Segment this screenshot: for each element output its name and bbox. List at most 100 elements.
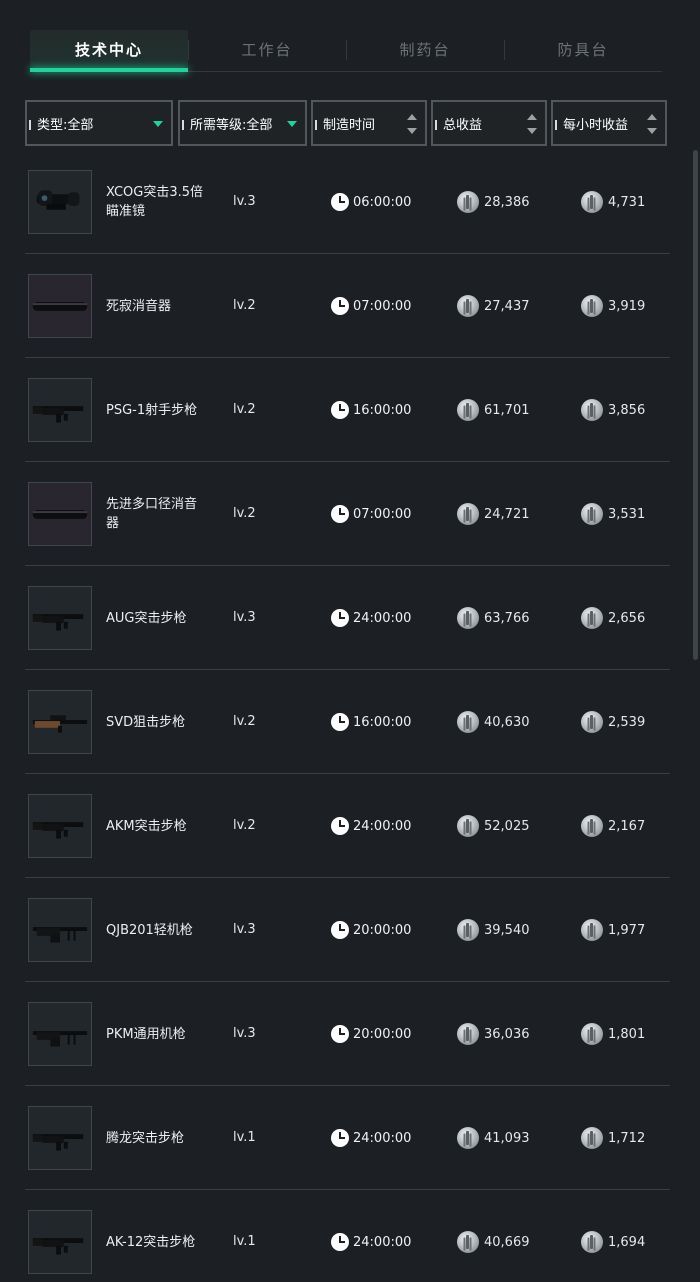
coin-icon <box>457 815 479 837</box>
caret-down-icon <box>287 121 297 127</box>
level-filter-label: 所需等级:全部 <box>190 117 273 133</box>
item-hourly-profit: 4,731 <box>581 191 645 213</box>
coin-icon <box>581 1231 603 1253</box>
item-name: AKM突击步枪 <box>106 818 187 834</box>
machine-gun-icon <box>28 898 92 962</box>
coin-icon <box>581 503 603 525</box>
list-item[interactable]: AK-12突击步枪 lv.1 24:00:00 40,669 1,694 <box>25 1190 670 1282</box>
tab-workbench[interactable]: 工作台 <box>188 30 346 71</box>
coin-icon <box>581 191 603 213</box>
list-item[interactable]: XCOG突击3.5倍瞄准镜 lv.3 06:00:00 28,386 4,731 <box>25 150 670 254</box>
item-name: 死寂消音器 <box>106 298 172 314</box>
coin-icon <box>581 399 603 421</box>
list-item[interactable]: QJB201轻机枪 lv.3 20:00:00 39,540 1,977 <box>25 878 670 982</box>
coin-icon <box>581 711 603 733</box>
item-level: lv.2 <box>233 506 256 521</box>
item-total-profit: 28,386 <box>457 191 530 213</box>
sniper-rifle-icon <box>28 690 92 754</box>
coin-icon <box>581 919 603 941</box>
coin-icon <box>581 607 603 629</box>
suppressor-icon <box>28 482 92 546</box>
tab-pharmacy[interactable]: 制药台 <box>346 30 504 71</box>
item-level: lv.2 <box>233 298 256 313</box>
tab-tech-center[interactable]: 技术中心 <box>30 30 188 72</box>
tab-bar: 技术中心 工作台 制药台 防具台 <box>30 30 662 72</box>
item-total-profit: 40,630 <box>457 711 530 733</box>
coin-icon <box>457 919 479 941</box>
type-filter-dropdown[interactable]: 类型:全部 <box>25 100 173 146</box>
list-item[interactable]: PSG-1射手步枪 lv.2 16:00:00 61,701 3,856 <box>25 358 670 462</box>
clock-icon <box>331 1025 349 1043</box>
sort-time-label: 制造时间 <box>323 117 376 133</box>
item-total-profit: 63,766 <box>457 607 530 629</box>
item-list: XCOG突击3.5倍瞄准镜 lv.3 06:00:00 28,386 4,731 死寂消音… <box>25 150 670 1282</box>
item-name: XCOG突击3.5倍瞄准镜 <box>106 185 204 219</box>
clock-icon <box>331 1233 349 1251</box>
sort-hourly-button[interactable]: 每小时收益 <box>551 100 667 146</box>
coin-icon <box>581 1023 603 1045</box>
item-hourly-profit: 1,694 <box>581 1231 645 1253</box>
list-item[interactable]: PKM通用机枪 lv.3 20:00:00 36,036 1,801 <box>25 982 670 1086</box>
item-hourly-profit: 1,977 <box>581 919 645 941</box>
item-craft-time: 20:00:00 <box>331 1025 411 1043</box>
item-level: lv.2 <box>233 714 256 729</box>
item-hourly-profit: 1,801 <box>581 1023 645 1045</box>
item-name: 腾龙突击步枪 <box>106 1130 185 1146</box>
coin-icon <box>457 1231 479 1253</box>
coin-icon <box>457 295 479 317</box>
item-level: lv.1 <box>233 1234 256 1249</box>
clock-icon <box>331 505 349 523</box>
crafting-page: 技术中心 工作台 制药台 防具台 类型:全部 所需等级:全部 制造时间 总收益 … <box>0 0 700 1282</box>
tab-armor-bench[interactable]: 防具台 <box>504 30 662 71</box>
clock-icon <box>331 1129 349 1147</box>
sort-hourly-label: 每小时收益 <box>563 117 629 133</box>
sort-icon <box>527 114 537 134</box>
level-filter-dropdown[interactable]: 所需等级:全部 <box>178 100 307 146</box>
item-total-profit: 27,437 <box>457 295 530 317</box>
coin-icon <box>581 815 603 837</box>
item-level: lv.3 <box>233 1026 256 1041</box>
item-name: PSG-1射手步枪 <box>106 402 198 418</box>
scrollbar[interactable] <box>693 150 698 660</box>
item-total-profit: 24,721 <box>457 503 530 525</box>
item-craft-time: 07:00:00 <box>331 505 411 523</box>
sort-time-button[interactable]: 制造时间 <box>311 100 427 146</box>
item-level: lv.2 <box>233 402 256 417</box>
list-item[interactable]: AKM突击步枪 lv.2 24:00:00 52,025 2,167 <box>25 774 670 878</box>
sort-total-button[interactable]: 总收益 <box>431 100 547 146</box>
coin-icon <box>457 711 479 733</box>
item-total-profit: 36,036 <box>457 1023 530 1045</box>
coin-icon <box>457 1127 479 1149</box>
item-craft-time: 24:00:00 <box>331 1233 411 1251</box>
list-item[interactable]: 死寂消音器 lv.2 07:00:00 27,437 3,919 <box>25 254 670 358</box>
sort-total-label: 总收益 <box>443 117 483 133</box>
list-item[interactable]: SVD狙击步枪 lv.2 16:00:00 40,630 2,539 <box>25 670 670 774</box>
item-name: 先进多口径消音器 <box>106 497 198 531</box>
item-craft-time: 07:00:00 <box>331 297 411 315</box>
list-item[interactable]: 先进多口径消音器 lv.2 07:00:00 24,721 3,531 <box>25 462 670 566</box>
item-total-profit: 40,669 <box>457 1231 530 1253</box>
clock-icon <box>331 817 349 835</box>
item-level: lv.3 <box>233 194 256 209</box>
rifle-icon <box>28 1106 92 1170</box>
item-craft-time: 06:00:00 <box>331 193 411 211</box>
list-item[interactable]: 腾龙突击步枪 lv.1 24:00:00 41,093 1,712 <box>25 1086 670 1190</box>
item-hourly-profit: 3,856 <box>581 399 645 421</box>
item-level: lv.3 <box>233 610 256 625</box>
rifle-icon <box>28 586 92 650</box>
coin-icon <box>581 295 603 317</box>
item-total-profit: 41,093 <box>457 1127 530 1149</box>
item-craft-time: 24:00:00 <box>331 817 411 835</box>
suppressor-icon <box>28 274 92 338</box>
clock-icon <box>331 297 349 315</box>
item-level: lv.2 <box>233 818 256 833</box>
item-hourly-profit: 3,919 <box>581 295 645 317</box>
sort-icon <box>647 114 657 134</box>
machine-gun-icon <box>28 1002 92 1066</box>
coin-icon <box>457 607 479 629</box>
list-item[interactable]: AUG突击步枪 lv.3 24:00:00 63,766 2,656 <box>25 566 670 670</box>
item-total-profit: 52,025 <box>457 815 530 837</box>
rifle-icon <box>28 794 92 858</box>
clock-icon <box>331 921 349 939</box>
item-total-profit: 61,701 <box>457 399 530 421</box>
